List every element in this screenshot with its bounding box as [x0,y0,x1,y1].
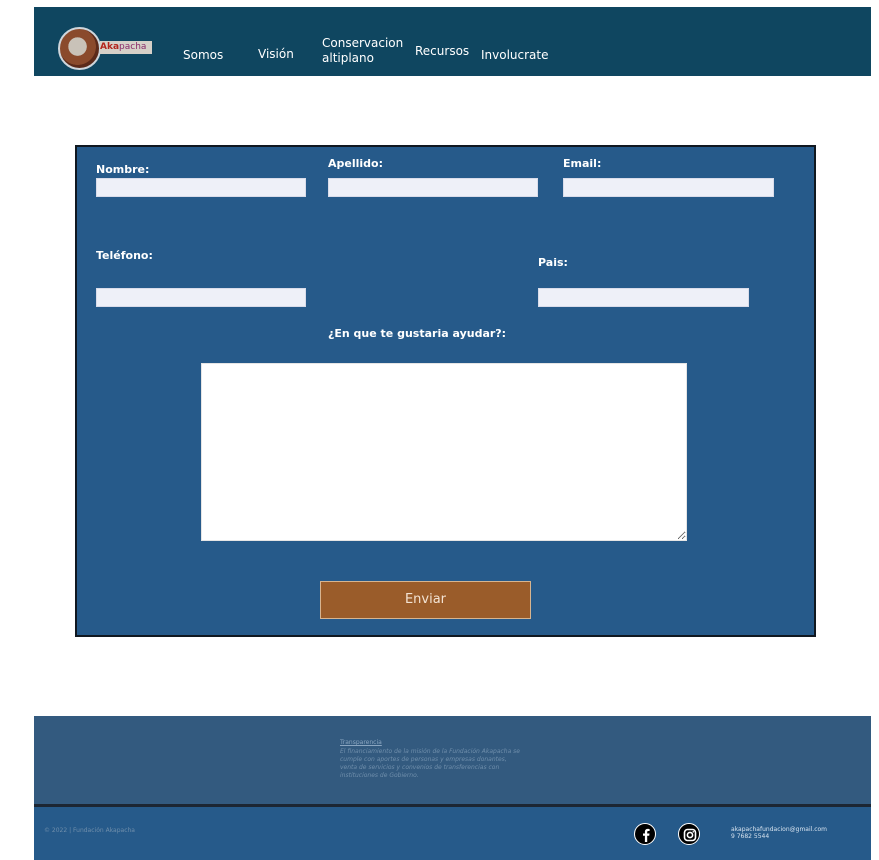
nav-conservacion-altiplano[interactable]: Conservacion altiplano [322,36,403,66]
nav-somos[interactable]: Somos [183,48,223,62]
logo[interactable]: Akapacha [58,26,153,70]
nav-vision[interactable]: Visión [258,47,294,61]
contact-info: akapachafundacion@gmail.com 9 7682 5544 [731,826,827,840]
telefono-label: Teléfono: [96,249,153,262]
nombre-label: Nombre: [96,163,150,176]
page: Akapacha Somos Visión Conservacion altip… [34,7,871,860]
facebook-glyph [643,828,650,842]
nav-involucrate[interactable]: Involucrate [481,48,549,62]
site-header: Akapacha Somos Visión Conservacion altip… [34,7,871,76]
nav-conservacion-line1: Conservacion [322,36,404,50]
footer-bottom: © 2022 | Fundación Akapacha akapachafund… [34,807,871,860]
about-text: El financiamiento de la misión de la Fun… [340,748,520,779]
email-label: Email: [563,157,602,170]
contact-email[interactable]: akapachafundacion@gmail.com [731,826,827,833]
facebook-icon[interactable] [634,823,656,845]
pais-field[interactable] [538,288,749,307]
message-label: ¿En que te gustaria ayudar?: [328,327,507,340]
footer-about: Transparencia El financiamiento de la mi… [34,716,871,804]
apellido-field[interactable] [328,178,538,197]
apellido-label: Apellido: [328,157,383,170]
instagram-icon[interactable] [678,823,700,845]
about-title[interactable]: Transparencia [340,739,382,746]
logo-wordmark: Akapacha [100,41,152,54]
email-field[interactable] [563,178,774,197]
message-textarea[interactable] [201,363,687,541]
submit-button[interactable]: Enviar [320,581,531,619]
nombre-field[interactable] [96,178,306,197]
nav-conservacion-line2: altiplano [322,51,374,65]
pais-label: Pais: [538,256,568,269]
instagram-glyph [683,828,697,842]
logo-emblem-icon [58,27,101,70]
telefono-field[interactable] [96,288,306,307]
contact-phone: 9 7682 5544 [731,833,770,840]
copyright: © 2022 | Fundación Akapacha [44,827,135,834]
nav-recursos[interactable]: Recursos [415,44,469,58]
contact-form: Nombre: Apellido: Email: Teléfono: Pais:… [75,145,816,637]
